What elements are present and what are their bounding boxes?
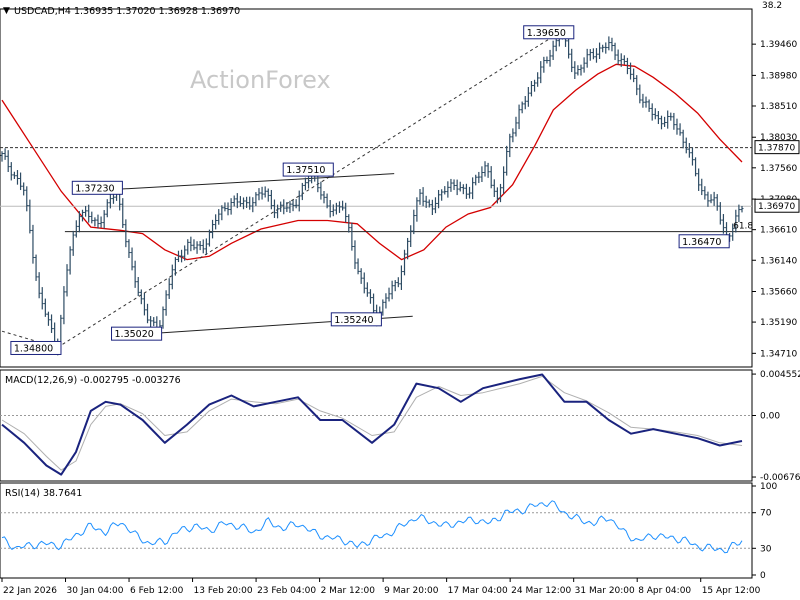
price-tick-label: 1.35190 (760, 318, 797, 328)
watermark: ActionForex (190, 66, 331, 94)
annotation-low-1: 1.34800 (14, 343, 53, 354)
last-price-label: 1.36970 (758, 202, 795, 212)
rsi-title: RSI(14) 38.7641 (5, 488, 82, 499)
x-tick-label: 2 Mar 12:00 (321, 586, 376, 596)
price-tick-label: 1.38510 (760, 102, 797, 112)
x-tick-label: 8 Apr 04:00 (638, 586, 691, 596)
fib-61-8-label: 61.8 (733, 222, 753, 232)
macd-panel (0, 369, 753, 482)
x-axis: 22 Jan 2026 30 Jan 04:00 6 Feb 12:00 13 Feb… (1, 578, 761, 596)
price-tick-label: 1.36140 (760, 256, 797, 266)
rsi-tick-label: 30 (760, 544, 772, 554)
macd-tick-label: 0.004552 (760, 370, 800, 380)
price-tick-label: 1.39460 (760, 40, 797, 50)
rsi-tick-label: 70 (760, 509, 772, 519)
header-arrow-icon: ▼ (3, 6, 10, 16)
x-tick-label: 24 Mar 12:00 (511, 586, 571, 596)
annotation-recent-low: 1.36470 (682, 237, 721, 248)
usdcad-chart: ▼ USDCAD,H4 1.36935 1.37020 1.36928 1.36… (0, 1, 800, 596)
rsi-panel (0, 482, 753, 579)
annotation-high-2: 1.37510 (286, 165, 325, 176)
price-tick-label: 1.35660 (760, 287, 797, 297)
x-tick-label: 6 Feb 12:00 (130, 586, 184, 596)
x-tick-label: 15 Apr 12:00 (702, 586, 761, 596)
macd-title: MACD(12,26,9) -0.002795 -0.003276 (5, 375, 181, 386)
rsi-tick-label: 0 (760, 571, 766, 581)
x-tick-label: 22 Jan 2026 (3, 586, 57, 596)
x-tick-label: 9 Mar 20:00 (384, 586, 439, 596)
hline-price-label: 1.37870 (758, 144, 795, 154)
x-tick-label: 30 Jan 04:00 (67, 586, 124, 596)
annotation-high-1: 1.37230 (75, 183, 114, 194)
x-tick-label: 31 Mar 20:00 (575, 586, 635, 596)
macd-tick-label: 0.00 (760, 411, 780, 421)
price-tick-label: 1.36610 (760, 226, 797, 236)
chart-header: USDCAD,H4 1.36935 1.37020 1.36928 1.3697… (14, 6, 240, 17)
price-tick-label: 1.38980 (760, 71, 797, 81)
annotation-low-2: 1.35020 (115, 329, 154, 340)
x-tick-label: 23 Feb 04:00 (257, 586, 316, 596)
rsi-tick-label: 100 (760, 482, 777, 492)
x-tick-label: 17 Mar 04:00 (448, 586, 508, 596)
annotation-low-3: 1.35240 (334, 315, 373, 326)
x-tick-label: 13 Feb 20:00 (194, 586, 253, 596)
price-tick-label: 1.34710 (760, 349, 797, 359)
top-tick-label: 38.2 (762, 1, 782, 11)
price-tick-label: 1.37560 (760, 164, 797, 174)
annotation-top: 1.39650 (527, 28, 566, 39)
